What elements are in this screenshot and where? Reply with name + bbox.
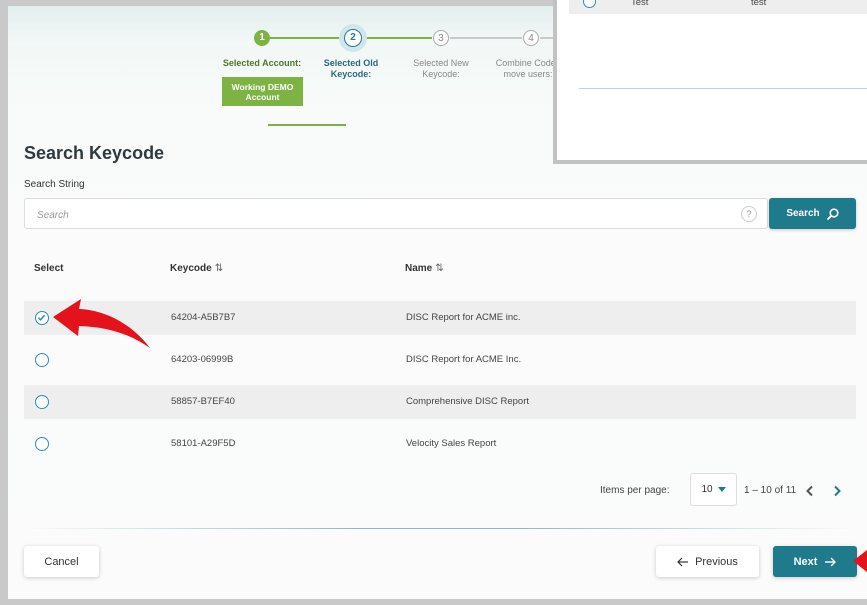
table-row[interactable]: 58857-B7EF40 Comprehensive DISC Report: [24, 385, 856, 419]
step-connector: [360, 37, 432, 39]
account-badge-line2: Account: [245, 91, 280, 102]
previous-button-label: Previous: [695, 555, 738, 568]
step-2-label: Selected Old Keycode:: [323, 58, 379, 79]
caret-down-icon: [717, 487, 726, 492]
search-button[interactable]: Search: [769, 198, 856, 229]
next-button-label: Next: [793, 555, 818, 568]
popup-row-radio[interactable]: [583, 0, 596, 8]
help-icon[interactable]: ?: [741, 206, 757, 222]
sort-icon[interactable]: ⇅: [435, 263, 443, 274]
popup-row-value: test: [751, 0, 767, 8]
step-4-circle[interactable]: 4: [523, 30, 539, 46]
step-connector: [270, 37, 340, 39]
step-2-circle[interactable]: 2: [344, 29, 362, 47]
row-keycode: 58101-A29F5D: [171, 438, 236, 449]
arrow-left-icon: [677, 557, 689, 566]
table-row[interactable]: 58101-A29F5D Velocity Sales Report: [24, 427, 856, 461]
row-keycode: 64204-A5B7B7: [171, 312, 236, 323]
row-name: Velocity Sales Report: [406, 438, 497, 449]
name-header-label: Name: [405, 263, 433, 274]
popup-row-name: Test: [631, 0, 649, 8]
keycode-header-label: Keycode: [170, 263, 212, 274]
annotation-arrow-icon: [853, 550, 867, 572]
sort-icon[interactable]: ⇅: [215, 263, 223, 274]
step-connector: [450, 37, 522, 39]
items-per-page-value: 10: [701, 484, 713, 495]
popup-table-row[interactable]: Test test: [569, 0, 867, 14]
row-select-radio[interactable]: [35, 437, 49, 451]
step-underline: [268, 124, 346, 126]
arrow-right-icon: [825, 557, 837, 566]
row-name: DISC Report for ACME inc.: [406, 312, 521, 323]
column-header-keycode[interactable]: Keycode ⇅: [170, 263, 223, 274]
cancel-button[interactable]: Cancel: [24, 546, 99, 577]
pagination-range: 1 – 10 of 11: [744, 485, 797, 496]
search-input[interactable]: [35, 205, 719, 225]
step-1-circle[interactable]: 1: [254, 30, 270, 46]
step-3-label: Selected New Keycode:: [413, 58, 469, 79]
row-select-radio[interactable]: [35, 353, 49, 367]
selected-account-badge: Working DEMO Account: [222, 77, 303, 106]
search-button-label: Search: [786, 208, 820, 219]
row-name: Comprehensive DISC Report: [406, 396, 530, 407]
page-title: Search Keycode: [24, 143, 165, 163]
footer-divider: [24, 528, 856, 529]
row-keycode: 58857-B7EF40: [171, 396, 235, 407]
next-button[interactable]: Next: [773, 546, 857, 577]
row-select-radio[interactable]: [35, 311, 49, 325]
row-keycode: 64203-06999B: [171, 354, 234, 365]
items-per-page-label: Items per page:: [600, 485, 670, 496]
step-1-label: Selected Account:: [222, 58, 302, 68]
chevron-left-icon[interactable]: [805, 485, 815, 497]
search-string-label: Search String: [24, 179, 85, 190]
row-select-radio[interactable]: [35, 395, 49, 409]
previous-button[interactable]: Previous: [656, 546, 759, 577]
account-badge-line1: Working DEMO: [231, 81, 294, 92]
step-3-circle[interactable]: 3: [433, 30, 449, 46]
annotation-arrow-icon: [53, 299, 150, 348]
items-per-page-select[interactable]: 10: [690, 473, 737, 506]
checkmark-icon: [37, 314, 46, 321]
chevron-right-icon[interactable]: [832, 485, 842, 497]
column-header-select: Select: [34, 263, 64, 274]
search-icon: [826, 207, 839, 220]
row-name: DISC Report for ACME Inc.: [406, 354, 522, 365]
popup-divider: [579, 88, 867, 89]
overlay-popup: Test test: [553, 0, 867, 164]
search-box: [24, 198, 768, 229]
column-header-name[interactable]: Name ⇅: [405, 263, 444, 274]
